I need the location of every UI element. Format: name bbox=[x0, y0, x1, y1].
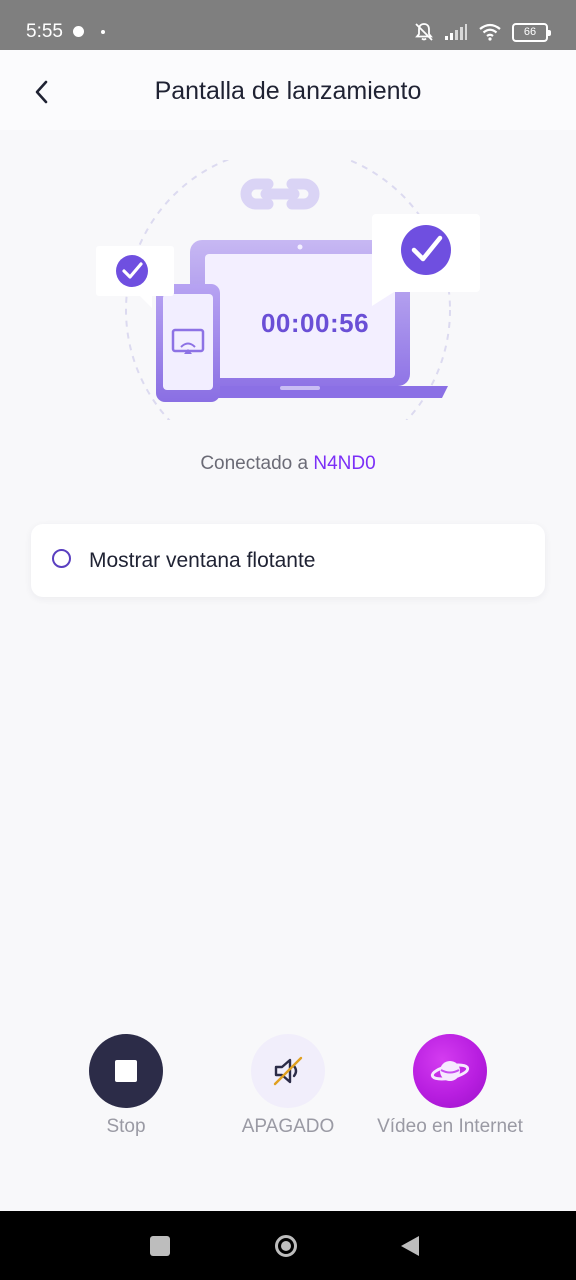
battery-icon: 66 bbox=[512, 22, 551, 42]
status-icons: 66 bbox=[414, 21, 551, 43]
home-icon bbox=[275, 1234, 297, 1257]
stop-button[interactable]: Stop bbox=[41, 1034, 211, 1138]
notification-dot-icon bbox=[73, 26, 84, 37]
status-time: 5:55 bbox=[26, 21, 63, 42]
devices-connected-icon bbox=[96, 147, 480, 473]
connection-status: Conectado a N4ND0 bbox=[0, 453, 576, 475]
recents-button[interactable] bbox=[130, 1211, 190, 1280]
connection-prefix: Conectado a bbox=[200, 453, 309, 474]
signal-icon bbox=[445, 24, 467, 40]
web-video-label: Vídeo en Internet bbox=[377, 1116, 523, 1137]
cast-timer: 00:00:56 bbox=[260, 308, 370, 338]
planet-icon bbox=[413, 1034, 487, 1108]
connected-device-name: N4ND0 bbox=[313, 453, 376, 474]
casting-illustration: 00:00:56 bbox=[80, 147, 496, 473]
wifi-icon bbox=[479, 23, 501, 41]
stop-icon bbox=[89, 1034, 163, 1108]
speaker-muted-icon bbox=[251, 1034, 325, 1108]
page-title: Pantalla de lanzamiento bbox=[154, 77, 422, 105]
mute-label: APAGADO bbox=[241, 1116, 335, 1137]
system-nav-bar bbox=[0, 1211, 576, 1280]
muted-bell-icon bbox=[415, 23, 433, 41]
home-button[interactable] bbox=[256, 1211, 316, 1280]
web-video-button[interactable]: Vídeo en Internet bbox=[365, 1034, 535, 1138]
more-notifications-icon bbox=[101, 30, 105, 34]
status-bar: 5:55 66 bbox=[0, 0, 576, 50]
header: Pantalla de lanzamiento bbox=[0, 50, 576, 130]
floating-window-label: Mostrar ventana flotante bbox=[89, 549, 316, 572]
recents-icon bbox=[150, 1235, 170, 1256]
stop-label: Stop bbox=[106, 1116, 146, 1137]
mute-button[interactable]: APAGADO bbox=[203, 1034, 373, 1138]
floating-window-option[interactable]: Mostrar ventana flotante bbox=[31, 524, 545, 597]
floating-window-radio[interactable] bbox=[52, 549, 71, 568]
back-nav-button[interactable] bbox=[380, 1211, 440, 1280]
back-triangle-icon bbox=[401, 1235, 419, 1256]
